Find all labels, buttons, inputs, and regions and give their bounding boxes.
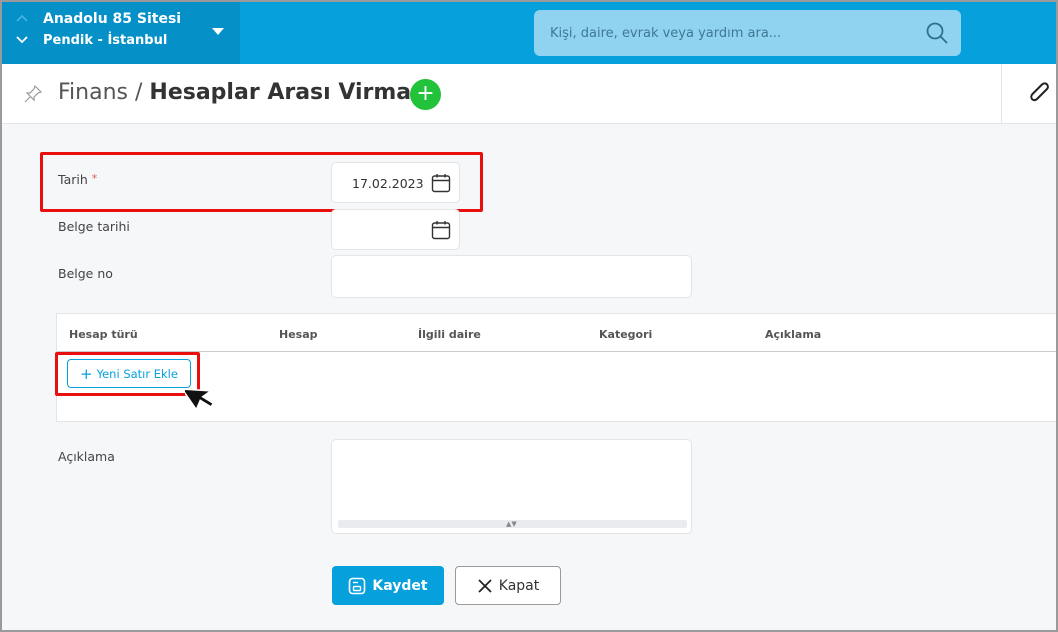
save-icon [349,577,366,594]
save-label: Kaydet [372,577,428,594]
paperclip-icon[interactable] [1028,82,1054,108]
add-row-highlight-box [55,352,200,396]
search-input[interactable] [550,24,910,42]
breadcrumb-section[interactable]: Finans [58,80,128,105]
date-highlight-box [40,152,483,212]
page-title: Finans / Hesaplar Arası Virman [58,80,427,105]
column-header: Kategori [599,328,653,341]
chevron-down-icon[interactable] [16,36,28,44]
site-arrows [16,14,30,54]
close-label: Kapat [498,577,540,594]
app-window: Anadolu 85 Sitesi Pendik - İstanbul Fina… [0,0,1058,632]
grid-header: Hesap türü Hesap İlgili daire Kategori A… [57,314,1056,352]
chevron-up-icon[interactable] [16,14,28,22]
description-label: Açıklama [58,449,115,464]
close-icon [478,578,492,593]
doc-date-label: Belge tarihi [58,219,130,234]
close-button[interactable]: Kapat [455,566,561,605]
column-header: İlgili daire [418,328,481,341]
site-switcher[interactable]: Anadolu 85 Sitesi Pendik - İstanbul [2,2,240,64]
column-header: Hesap türü [69,328,138,341]
description-textarea[interactable]: ▲▼ [331,439,692,534]
doc-date-field[interactable] [331,209,460,250]
breadcrumb-page: Hesaplar Arası Virman [149,80,427,105]
resize-handle-icon[interactable]: ▲▼ [506,520,517,528]
resize-bar[interactable]: ▲▼ [338,520,687,528]
column-header: Açıklama [765,328,822,341]
breadcrumb-separator: / [128,80,150,105]
mouse-cursor-icon [185,388,215,412]
page-header: Finans / Hesaplar Arası Virman + [2,64,1056,124]
search-icon[interactable] [925,21,949,45]
caret-down-icon[interactable] [212,28,224,35]
add-button[interactable]: + [410,79,441,110]
site-name: Anadolu 85 Sitesi [43,11,182,27]
top-bar: Anadolu 85 Sitesi Pendik - İstanbul [2,2,1056,64]
doc-no-label: Belge no [58,266,113,281]
calendar-icon[interactable] [431,220,451,240]
column-header: Hesap [279,328,318,341]
doc-no-field[interactable] [331,255,692,298]
global-search [534,10,961,56]
save-button[interactable]: Kaydet [332,566,444,605]
header-divider [1001,64,1002,124]
pin-icon[interactable] [24,85,42,103]
site-city: Pendik - İstanbul [43,33,168,48]
